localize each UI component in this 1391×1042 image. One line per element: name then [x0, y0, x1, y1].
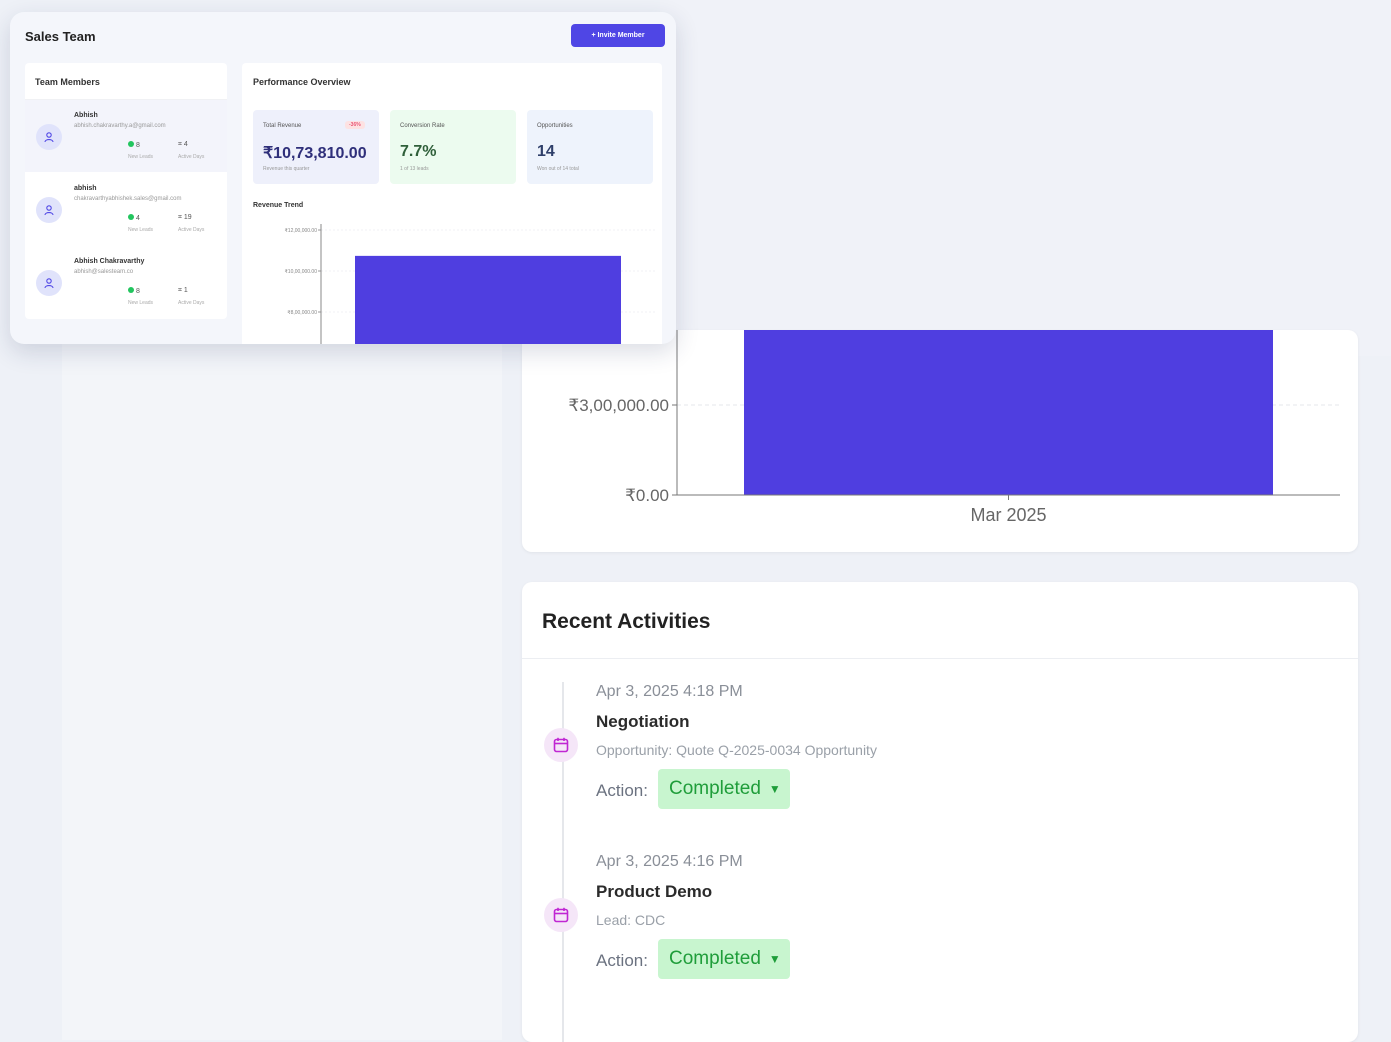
status-dot-icon: [128, 141, 134, 147]
activity-time: Apr 3, 2025 4:16 PM: [596, 853, 743, 870]
action-status-select[interactable]: Completed ▼: [658, 939, 790, 979]
action-status-value: Completed: [669, 948, 761, 969]
activity-title: Negotiation: [596, 712, 690, 731]
activity-title: Product Demo: [596, 882, 713, 901]
days-label: Active Days: [178, 300, 205, 306]
days-label: Active Days: [178, 154, 205, 160]
y-tick-label: ₹8,00,000.00: [287, 310, 317, 316]
y-tick-label: ₹10,00,000.00: [285, 269, 318, 275]
bar-mar-2025: [355, 255, 621, 344]
activity-item: Apr 3, 2025 4:18 PM Negotiation Opportun…: [522, 582, 1358, 809]
revenue-chart-card: ₹3,00,000.00 ₹0.00 Mar 2025: [522, 330, 1358, 552]
team-member-item[interactable]: Abhish abhish.chakravarthy.a@gmail.com 8…: [25, 100, 227, 172]
member-days: ⌗ 1: [178, 287, 188, 294]
header-band: [660, 0, 1391, 356]
user-icon: [36, 124, 62, 150]
activity-description: Lead: CDC: [596, 912, 666, 928]
mini-revenue-chart: ₹12,00,000.00 ₹10,00,000.00 ₹8,00,000.00: [285, 224, 657, 344]
member-email: abhish@salesteam.co: [74, 269, 134, 275]
team-member-item[interactable]: abhish chakravarthyabhishek.sales@gmail.…: [25, 173, 227, 245]
activity-time: Apr 3, 2025 4:18 PM: [596, 683, 743, 700]
y-tick-label: ₹3,00,000.00: [568, 396, 669, 415]
page-title: Sales Team: [25, 29, 96, 44]
member-name: Abhish Chakravarthy: [74, 258, 145, 265]
status-dot-icon: [128, 287, 134, 293]
revenue-chart: ₹3,00,000.00 ₹0.00 Mar 2025: [568, 330, 1340, 525]
team-members-heading: Team Members: [35, 77, 100, 87]
team-member-item[interactable]: Abhish Chakravarthy abhish@salesteam.co …: [25, 246, 227, 318]
calendar-icon: [544, 898, 578, 932]
member-leads: 4: [128, 214, 140, 222]
leads-label: New Leads: [128, 300, 154, 306]
x-tick-label: Mar 2025: [970, 505, 1046, 525]
status-dot-icon: [128, 214, 134, 220]
member-name: abhish: [74, 185, 97, 192]
chevron-down-icon: ▼: [768, 952, 781, 966]
member-email: abhish.chakravarthy.a@gmail.com: [74, 123, 166, 129]
member-name: Abhish: [74, 112, 98, 119]
team-members-card: Team Members Abhish abhish.chakravarthy.…: [25, 63, 227, 319]
bar-mar-2025: [744, 330, 1273, 495]
activity-item: Apr 3, 2025 4:16 PM Product Demo Lead: C…: [522, 752, 1358, 979]
member-days: ⌗ 19: [178, 214, 192, 221]
member-days: ⌗ 4: [178, 141, 188, 148]
y-tick-label: ₹0.00: [625, 486, 669, 505]
member-leads: 8: [128, 287, 140, 295]
member-leads: 8: [128, 141, 140, 149]
invite-member-button[interactable]: + Invite Member: [571, 24, 665, 47]
leads-label: New Leads: [128, 154, 154, 160]
recent-activities-card: Recent Activities Apr 3, 2025 4:18 PM Ne…: [522, 582, 1358, 1042]
leads-label: New Leads: [128, 227, 154, 233]
sales-team-panel: Sales Team + Invite Member Team Members …: [10, 12, 676, 344]
member-email: chakravarthyabhishek.sales@gmail.com: [74, 196, 182, 202]
left-panel-background: [62, 340, 502, 1040]
user-icon: [36, 270, 62, 296]
days-label: Active Days: [178, 227, 205, 233]
action-label: Action:: [596, 951, 648, 970]
performance-overview-card: Performance Overview Total Revenue -36% …: [242, 63, 662, 344]
user-icon: [36, 197, 62, 223]
y-tick-label: ₹12,00,000.00: [285, 228, 318, 234]
